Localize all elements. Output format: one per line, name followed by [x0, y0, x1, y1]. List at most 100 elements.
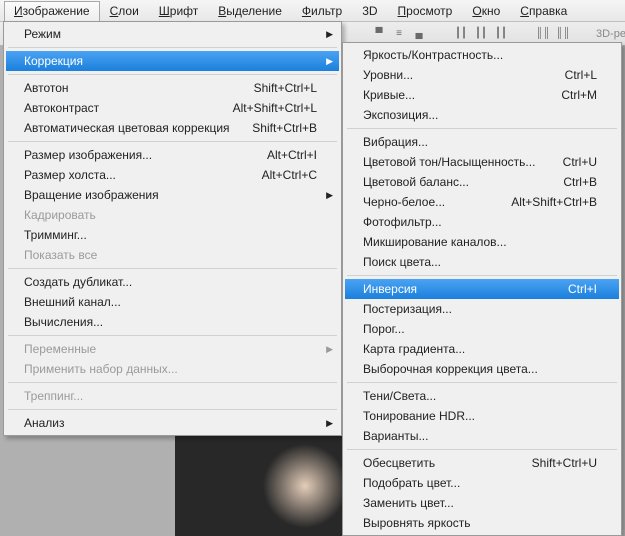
menubar-item[interactable]: Выделение [208, 1, 292, 21]
menu-item[interactable]: Вращение изображения ▶ [6, 185, 339, 205]
menubar-item[interactable]: Фильтр [292, 1, 352, 21]
menu-item[interactable]: Черно-белое...Alt+Shift+Ctrl+B [345, 192, 619, 212]
menubar-item[interactable]: Просмотр [388, 1, 463, 21]
menu-item[interactable]: Автотон Shift+Ctrl+L [6, 78, 339, 98]
menu-item[interactable]: Подобрать цвет... [345, 473, 619, 493]
submenu-arrow-icon: ▶ [326, 344, 333, 355]
menu-item[interactable]: Поиск цвета... [345, 252, 619, 272]
menu-item[interactable]: Микширование каналов... [345, 232, 619, 252]
menu-item-shortcut: Ctrl+L [565, 68, 597, 82]
distribute-4-icon[interactable]: ║║ [534, 25, 552, 43]
menu-separator [8, 141, 337, 142]
menu-item-label: Вычисления... [24, 315, 103, 329]
menu-item[interactable]: Кривые...Ctrl+M [345, 85, 619, 105]
menubar-item[interactable]: 3D [352, 1, 387, 21]
menu-item[interactable]: Обесцветить Shift+Ctrl+U [345, 453, 619, 473]
menu-item[interactable]: Размер холста...Alt+Ctrl+C [6, 165, 339, 185]
menu-item-shortcut: Ctrl+M [561, 88, 597, 102]
menu-item[interactable]: Постеризация... [345, 299, 619, 319]
menu-item[interactable]: ИнверсияCtrl+I [345, 279, 619, 299]
menu-separator [347, 449, 617, 450]
menubar: ИзображениеСлоиШрифтВыделениеФильтр3DПро… [0, 0, 625, 22]
menu-item-label: Автоматическая цветовая коррекция [24, 121, 230, 135]
menu-item[interactable]: Яркость/Контрастность... [345, 45, 619, 65]
menu-item[interactable]: Варианты... [345, 426, 619, 446]
menu-item-shortcut: Shift+Ctrl+U [532, 456, 597, 470]
menu-item[interactable]: Создать дубликат... [6, 272, 339, 292]
menubar-item[interactable]: Слои [100, 1, 149, 21]
menu-item[interactable]: Тонирование HDR... [345, 406, 619, 426]
distribute-group-2: ║║ ║║ [534, 25, 572, 43]
menu-item[interactable]: Внешний канал... [6, 292, 339, 312]
menu-item[interactable]: Фотофильтр... [345, 212, 619, 232]
menu-separator [347, 128, 617, 129]
distribute-5-icon[interactable]: ║║ [554, 25, 572, 43]
menubar-item[interactable]: Шрифт [149, 1, 208, 21]
menu-item[interactable]: Цветовой тон/Насыщенность... Ctrl+U [345, 152, 619, 172]
menu-item-label: Тени/Света... [363, 389, 436, 403]
menu-item-shortcut: Shift+Ctrl+B [252, 121, 317, 135]
align-vcenter-icon[interactable]: ≡ [390, 25, 408, 43]
menu-item-label: Режим [24, 27, 61, 41]
menu-item: Треппинг... [6, 386, 339, 406]
submenu-arrow-icon: ▶ [326, 190, 333, 201]
distribute-group: ┃┃ ┃┃ ┃┃ [452, 25, 510, 43]
menu-item[interactable]: Карта градиента... [345, 339, 619, 359]
menu-item[interactable]: Порог... [345, 319, 619, 339]
menu-item-label: Автотон [24, 81, 69, 95]
menu-item-label: Яркость/Контрастность... [363, 48, 503, 62]
menu-item[interactable]: Выровнять яркость [345, 513, 619, 533]
menu-item-label: Вращение изображения [24, 188, 159, 202]
distribute-3-icon[interactable]: ┃┃ [492, 25, 510, 43]
menu-item-label: Коррекция [24, 54, 83, 68]
submenu-correction: Яркость/Контрастность...Уровни...Ctrl+LК… [342, 42, 622, 536]
menu-item[interactable]: Вибрация... [345, 132, 619, 152]
menu-separator [347, 275, 617, 276]
menu-item-label: Треппинг... [24, 389, 83, 403]
menu-item-shortcut: Alt+Ctrl+C [262, 168, 317, 182]
menubar-item[interactable]: Справка [510, 1, 577, 21]
menu-item[interactable]: Тени/Света... [345, 386, 619, 406]
menu-item[interactable]: Коррекция▶ [6, 51, 339, 71]
menu-item[interactable]: Анализ▶ [6, 413, 339, 433]
menu-item[interactable]: Тримминг... [6, 225, 339, 245]
menu-item-label: Фотофильтр... [363, 215, 442, 229]
align-top-icon[interactable]: ▀ [370, 25, 388, 43]
menubar-item[interactable]: Окно [462, 1, 510, 21]
menu-item-label: Цветовой тон/Насыщенность... [363, 155, 535, 169]
menu-item-label: Порог... [363, 322, 405, 336]
distribute-2-icon[interactable]: ┃┃ [472, 25, 490, 43]
menu-item[interactable]: Режим▶ [6, 24, 339, 44]
submenu-arrow-icon: ▶ [326, 418, 333, 429]
menu-item-label: Карта градиента... [363, 342, 465, 356]
menu-item-label: Обесцветить [363, 456, 435, 470]
menubar-item[interactable]: Изображение [4, 1, 100, 21]
menu-item[interactable]: Заменить цвет... [345, 493, 619, 513]
menu-item[interactable]: Экспозиция... [345, 105, 619, 125]
menu-item-label: Постеризация... [363, 302, 452, 316]
align-group: ▀ ≡ ▄ [370, 25, 428, 43]
menu-item-label: Применить набор данных... [24, 362, 178, 376]
menu-item[interactable]: Выборочная коррекция цвета... [345, 359, 619, 379]
mode-3d-label[interactable]: 3D-реж [596, 28, 625, 40]
menu-item-label: Экспозиция... [363, 108, 438, 122]
menu-item[interactable]: Вычисления... [6, 312, 339, 332]
align-bottom-icon[interactable]: ▄ [410, 25, 428, 43]
menu-item[interactable]: Автоматическая цветовая коррекция Shift+C… [6, 118, 339, 138]
menu-item[interactable]: АвтоконтрастAlt+Shift+Ctrl+L [6, 98, 339, 118]
menu-item-label: Микширование каналов... [363, 235, 507, 249]
menu-item-label: Черно-белое... [363, 195, 445, 209]
menu-item-label: Автоконтраст [24, 101, 99, 115]
menu-item-shortcut: Shift+Ctrl+L [254, 81, 317, 95]
menu-item: Показать все [6, 245, 339, 265]
menu-item[interactable]: Цветовой баланс... Ctrl+B [345, 172, 619, 192]
menu-item[interactable]: Размер изображения...Alt+Ctrl+I [6, 145, 339, 165]
menu-item-shortcut: Ctrl+B [563, 175, 597, 189]
menu-item[interactable]: Уровни...Ctrl+L [345, 65, 619, 85]
menu-item-label: Выборочная коррекция цвета... [363, 362, 538, 376]
menu-item: Кадрировать [6, 205, 339, 225]
menu-item-label: Цветовой баланс... [363, 175, 469, 189]
distribute-1-icon[interactable]: ┃┃ [452, 25, 470, 43]
menu-item-shortcut: Ctrl+U [563, 155, 597, 169]
menu-separator [8, 74, 337, 75]
